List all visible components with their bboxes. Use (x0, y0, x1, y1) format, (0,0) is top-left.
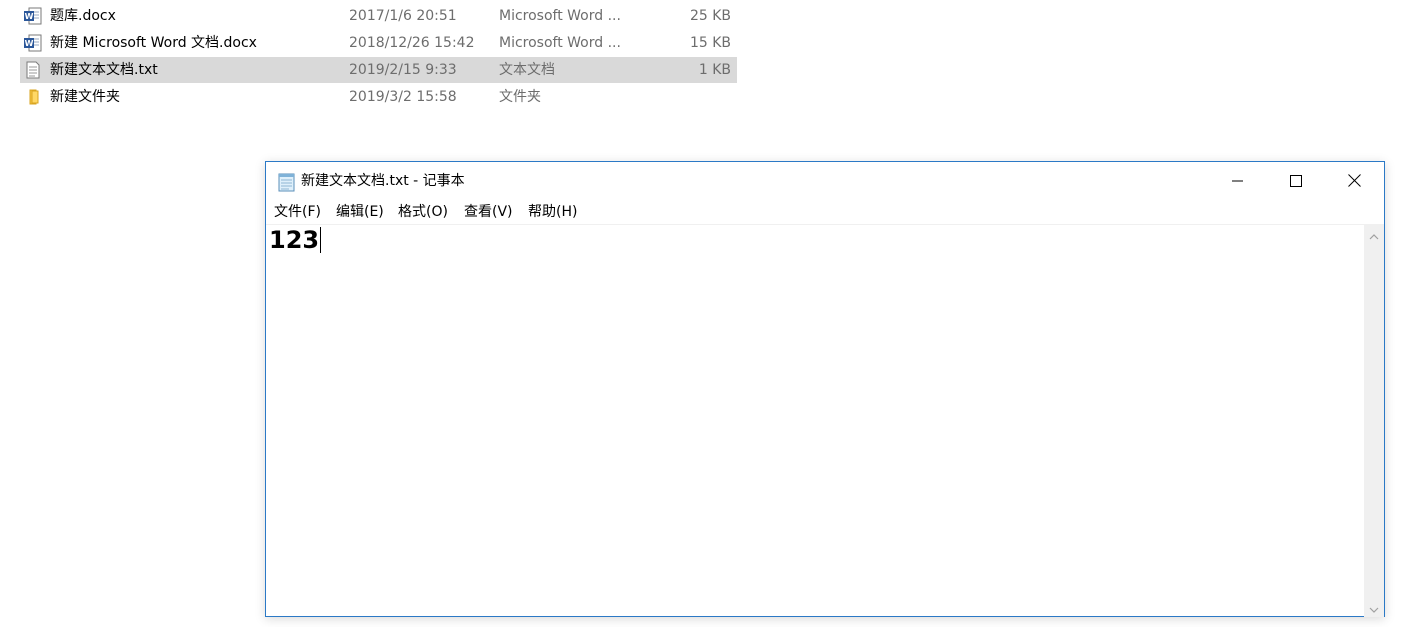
word-doc-icon: W (24, 34, 42, 52)
file-row-new-text-txt[interactable]: 新建文本文档.txt 2019/2/15 9:33 文本文档 1 KB (20, 57, 737, 83)
minimize-button[interactable] (1209, 162, 1267, 200)
menu-file[interactable]: 文件(F) (274, 200, 321, 224)
notepad-icon (277, 172, 297, 192)
file-name: 新建文件夹 (50, 89, 120, 105)
text-caret (320, 227, 321, 253)
word-doc-icon: W (24, 7, 42, 25)
editor-content: 123 (269, 226, 320, 254)
svg-text:W: W (25, 39, 34, 48)
file-name: 新建文本文档.txt (50, 62, 158, 78)
minimize-icon (1232, 172, 1244, 191)
folder-icon (24, 88, 42, 106)
file-type: 文本文档 (499, 62, 555, 78)
menu-view[interactable]: 查看(V) (464, 200, 513, 224)
chevron-down-icon (1369, 598, 1379, 617)
file-type: Microsoft Word ... (499, 35, 621, 51)
close-icon (1347, 172, 1361, 191)
menu-bar: 文件(F) 编辑(E) 格式(O) 查看(V) 帮助(H) (266, 200, 1384, 224)
vertical-scrollbar[interactable] (1364, 224, 1384, 617)
file-row-tiku-docx[interactable]: W 题库.docx 2017/1/6 20:51 Microsoft Word … (20, 3, 737, 29)
file-date: 2017/1/6 20:51 (349, 8, 457, 24)
title-bar[interactable]: 新建文本文档.txt - 记事本 (266, 162, 1384, 200)
file-size: 15 KB (689, 35, 731, 51)
file-size: 25 KB (689, 8, 731, 24)
menu-help[interactable]: 帮助(H) (528, 200, 577, 224)
file-name: 新建 Microsoft Word 文档.docx (50, 35, 257, 51)
svg-text:W: W (25, 12, 34, 21)
chevron-up-icon (1369, 225, 1379, 244)
file-date: 2019/3/2 15:58 (349, 89, 457, 105)
close-button[interactable] (1325, 162, 1383, 200)
scroll-up-button[interactable] (1364, 224, 1384, 244)
menu-format[interactable]: 格式(O) (398, 200, 448, 224)
text-file-icon (24, 61, 42, 79)
file-row-new-folder[interactable]: 新建文件夹 2019/3/2 15:58 文件夹 (20, 84, 737, 110)
file-row-new-word-docx[interactable]: W 新建 Microsoft Word 文档.docx 2018/12/26 1… (20, 30, 737, 56)
notepad-window: 新建文本文档.txt - 记事本 文件(F) 编辑(E) 格式(O) 查看(V)… (265, 161, 1385, 617)
file-type: 文件夹 (499, 89, 541, 105)
menu-edit[interactable]: 编辑(E) (336, 200, 384, 224)
maximize-button[interactable] (1267, 162, 1325, 200)
scroll-down-button[interactable] (1364, 597, 1384, 617)
file-date: 2018/12/26 15:42 (349, 35, 475, 51)
file-date: 2019/2/15 9:33 (349, 62, 457, 78)
file-name: 题库.docx (50, 8, 116, 24)
text-editor-area[interactable]: 123 (266, 224, 1364, 617)
maximize-icon (1290, 172, 1302, 191)
file-explorer-list: W 题库.docx 2017/1/6 20:51 Microsoft Word … (0, 0, 760, 120)
file-type: Microsoft Word ... (499, 8, 621, 24)
file-size: 1 KB (698, 62, 731, 78)
window-title: 新建文本文档.txt - 记事本 (301, 173, 465, 189)
